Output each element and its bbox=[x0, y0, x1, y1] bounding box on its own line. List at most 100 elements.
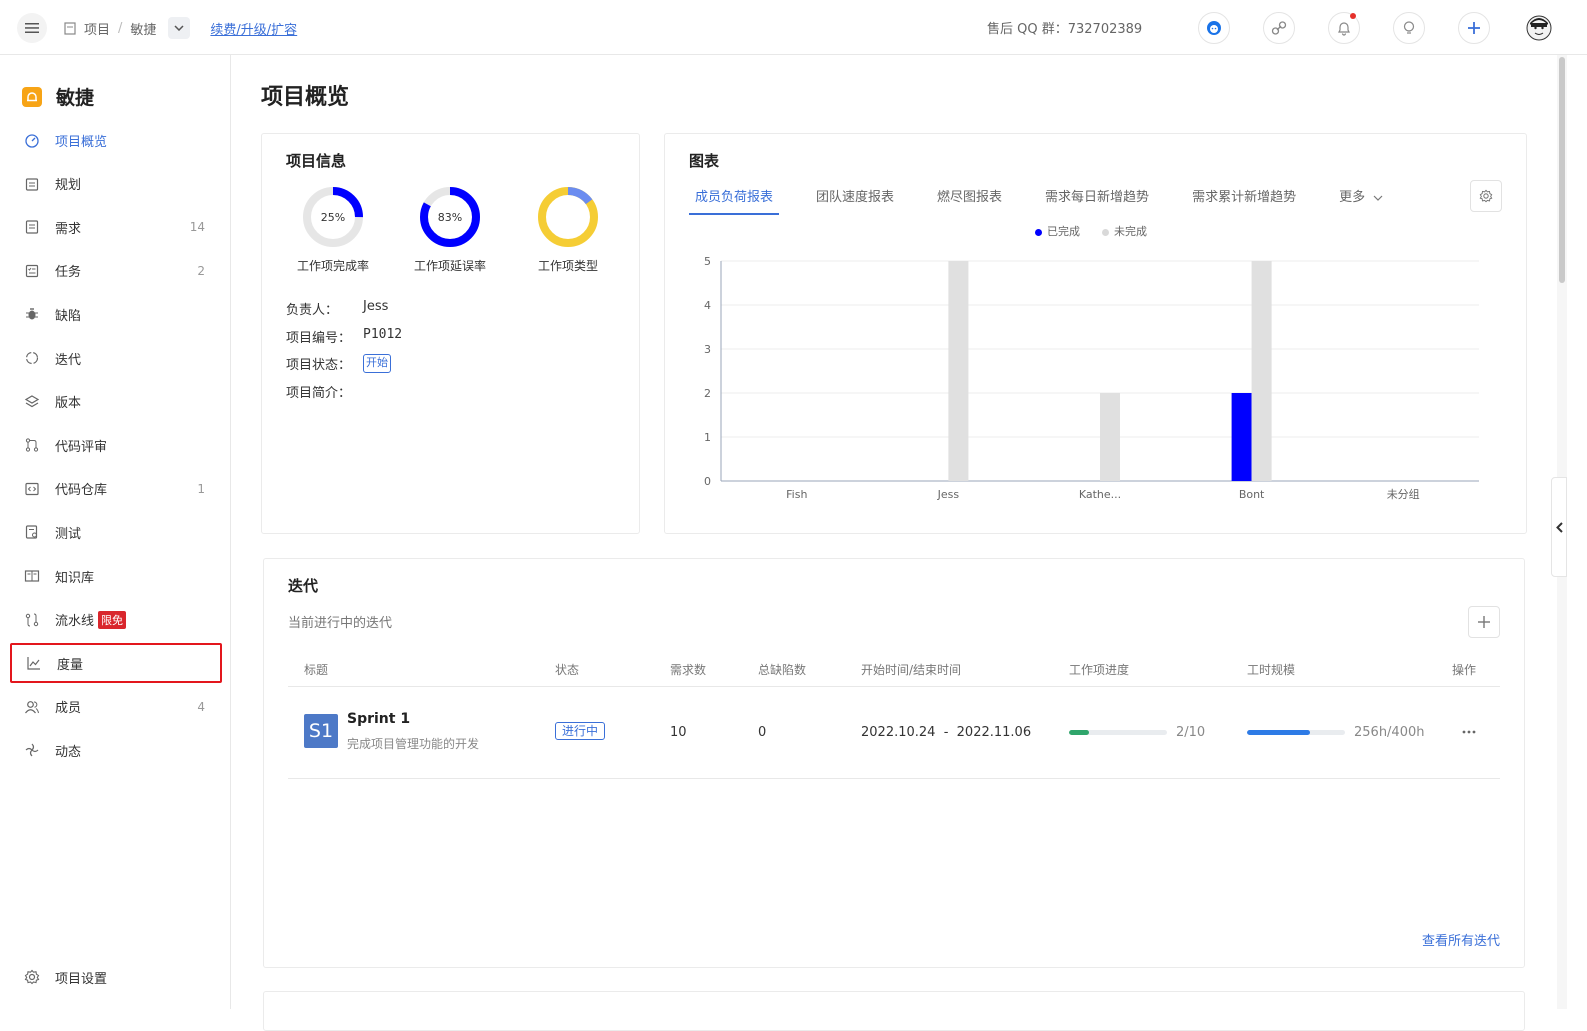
project-code-key: 项目编号： bbox=[286, 331, 352, 346]
col-actions: 操作 bbox=[1452, 663, 1477, 677]
owner-row: 负责人： Jess bbox=[286, 299, 388, 318]
y-tick-label: 0 bbox=[704, 475, 711, 488]
table-row[interactable]: S1 Sprint 1 完成项目管理功能的开发 进行中 10 0 2022.10… bbox=[288, 687, 1500, 779]
tips-button[interactable] bbox=[1393, 12, 1425, 44]
tab-member-load[interactable]: 成员负荷报表 bbox=[689, 186, 780, 215]
tab-more[interactable]: 更多 bbox=[1333, 186, 1389, 215]
view-all-iterations-link[interactable]: 查看所有迭代 bbox=[1422, 930, 1500, 949]
iteration-status-badge: 进行中 bbox=[555, 722, 606, 740]
project-code-value: P1012 bbox=[363, 327, 403, 342]
sidebar-item-book[interactable]: 知识库 bbox=[10, 556, 222, 596]
col-progress: 工作项进度 bbox=[1069, 663, 1130, 677]
notification-dot bbox=[1350, 13, 1356, 19]
sidebar-item-calendar[interactable]: 规划 bbox=[10, 164, 222, 204]
breadcrumb-project[interactable]: 项目 bbox=[84, 19, 110, 38]
iterations-title: 迭代 bbox=[288, 577, 319, 595]
donut-value: 83% bbox=[438, 211, 462, 224]
sidebar-item-merge[interactable]: 代码评审 bbox=[10, 425, 222, 465]
sidebar-item-cycle[interactable]: 迭代 bbox=[10, 338, 222, 378]
legend-dot-done bbox=[1035, 228, 1042, 236]
layers-icon bbox=[24, 394, 40, 410]
avatar-icon bbox=[1526, 15, 1552, 41]
iteration-name[interactable]: Sprint 1 bbox=[347, 711, 410, 727]
chart-legend: 已完成 未完成 bbox=[1035, 223, 1147, 239]
work-item-type-label: 工作项类型 bbox=[537, 259, 598, 273]
next-card bbox=[263, 991, 1525, 1031]
tab-daily-requirements[interactable]: 需求每日新增趋势 bbox=[1039, 186, 1155, 215]
col-hours: 工时规模 bbox=[1247, 663, 1296, 677]
tab-team-velocity[interactable]: 团队速度报表 bbox=[810, 186, 900, 215]
bar-undone bbox=[1251, 261, 1272, 481]
breadcrumb-current: 敏捷 bbox=[130, 22, 157, 38]
sidebar-item-count: 2 bbox=[197, 263, 205, 278]
iterations-table-header: 标题 状态 需求数 总缺陷数 开始时间/结束时间 工作项进度 工时规模 操作 bbox=[288, 651, 1500, 687]
sidebar: 敏捷 项目概览规划需求 14 任务 2 缺陷 迭代版本代码评审 代码仓库 1 测试 知识库 流水线限… bbox=[0, 55, 231, 1009]
test-icon bbox=[24, 524, 40, 540]
work-progress-bar bbox=[1069, 730, 1167, 735]
y-tick-label: 1 bbox=[704, 431, 711, 444]
tab-burndown[interactable]: 燃尽图报表 bbox=[931, 186, 1008, 215]
scrollbar-thumb[interactable] bbox=[1559, 57, 1565, 283]
collapse-panel-button[interactable] bbox=[1551, 477, 1567, 577]
book-icon bbox=[24, 568, 40, 584]
iteration-status: 进行中 bbox=[555, 722, 606, 740]
sidebar-item-code[interactable]: 代码仓库 1 bbox=[10, 469, 222, 509]
sidebar-item-project-settings[interactable]: 项目设置 bbox=[10, 957, 222, 997]
chart-settings-button[interactable] bbox=[1470, 180, 1502, 212]
breadcrumb-separator: / bbox=[118, 20, 123, 36]
chevron-down-icon bbox=[174, 25, 184, 31]
sidebar-item-chart[interactable]: 度量 bbox=[10, 643, 222, 684]
hours-progress-fill bbox=[1247, 730, 1310, 735]
support-button[interactable] bbox=[1198, 12, 1230, 44]
gear-icon bbox=[1479, 189, 1493, 203]
sidebar-item-checklist[interactable]: 任务 2 bbox=[10, 251, 222, 291]
bar-done bbox=[1231, 393, 1252, 481]
project-info-card: 项目信息 25% 工作项完成率 83% 工作项延误率 工作项类型 负责人： Je… bbox=[261, 133, 640, 534]
x-tick-label: 未分组 bbox=[1387, 487, 1420, 501]
renew-link[interactable]: 续费/升级/扩容 bbox=[210, 19, 297, 38]
iterations-card: 迭代 当前进行中的迭代 标题 状态 需求数 总缺陷数 开始时间/结束时间 工作项… bbox=[263, 558, 1525, 968]
col-dates: 开始时间/结束时间 bbox=[861, 663, 962, 677]
project-switch-dropdown[interactable] bbox=[168, 17, 191, 39]
iteration-dates: 2022.10.24 - 2022.11.06 bbox=[861, 725, 1032, 740]
delay-rate-label: 工作项延误率 bbox=[413, 259, 486, 273]
project-icon bbox=[64, 21, 76, 35]
create-button[interactable] bbox=[1458, 12, 1490, 44]
more-actions-button[interactable] bbox=[1462, 719, 1476, 738]
legend-item-done[interactable]: 已完成 bbox=[1035, 223, 1080, 239]
iteration-requirements: 10 bbox=[670, 725, 687, 740]
merge-icon bbox=[24, 437, 40, 453]
tab-cumulative-requirements[interactable]: 需求累计新增趋势 bbox=[1186, 186, 1302, 215]
sidebar-item-dashboard[interactable]: 项目概览 bbox=[10, 120, 222, 160]
iteration-desc: 完成项目管理功能的开发 bbox=[347, 737, 480, 751]
hours-progress-bar bbox=[1247, 730, 1345, 735]
sidebar-item-label: 规划 bbox=[55, 178, 82, 194]
sidebar-item-document[interactable]: 需求 14 bbox=[10, 207, 222, 247]
notifications-button[interactable] bbox=[1328, 12, 1360, 44]
sidebar-item-pipeline[interactable]: 流水线 限免 bbox=[10, 600, 222, 640]
legend-item-undone[interactable]: 未完成 bbox=[1102, 223, 1147, 239]
project-info-title: 项目信息 bbox=[286, 152, 347, 170]
project-desc-key: 项目简介： bbox=[286, 386, 352, 401]
link-button[interactable] bbox=[1263, 12, 1295, 44]
activity-icon bbox=[24, 742, 40, 758]
sidebar-item-count: 4 bbox=[197, 699, 205, 714]
x-tick-label: Bont bbox=[1239, 488, 1265, 501]
chart-tabs: 成员负荷报表 团队速度报表 燃尽图报表 需求每日新增趋势 需求累计新增趋势 更多 bbox=[689, 186, 1420, 215]
menu-button[interactable] bbox=[17, 13, 47, 43]
sidebar-item-bug[interactable]: 缺陷 bbox=[10, 294, 222, 334]
sidebar-item-users[interactable]: 成员 4 bbox=[10, 687, 222, 727]
sidebar-item-test[interactable]: 测试 bbox=[10, 512, 222, 552]
sidebar-item-label: 版本 bbox=[55, 396, 82, 412]
y-tick-label: 2 bbox=[704, 387, 711, 400]
user-avatar[interactable] bbox=[1525, 14, 1553, 42]
sidebar-item-layers[interactable]: 版本 bbox=[10, 382, 222, 422]
qq-group-text: 售后 QQ 群：732702389 bbox=[987, 22, 1143, 37]
sidebar-item-activity[interactable]: 动态 bbox=[10, 730, 222, 770]
project-desc-row: 项目简介： bbox=[286, 382, 363, 401]
legend-label-undone: 未完成 bbox=[1114, 225, 1147, 238]
chevron-left-icon bbox=[1555, 521, 1563, 533]
member-load-chart: 0 1 2 3 4 5 Fish Jess Kathe... Bont 未分组 bbox=[704, 255, 1479, 501]
add-iteration-button[interactable] bbox=[1468, 606, 1500, 638]
brand-name: 敏捷 bbox=[56, 87, 95, 109]
